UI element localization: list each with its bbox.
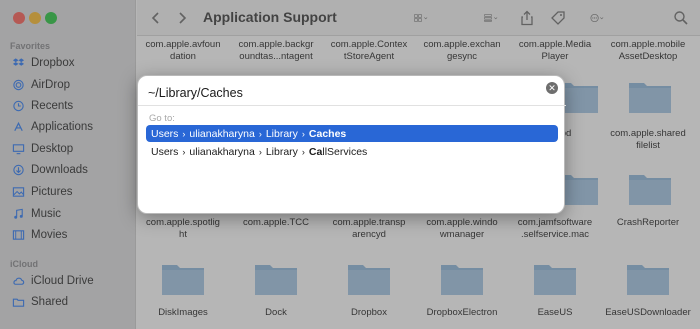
path-separator: › bbox=[258, 146, 262, 157]
clear-input-icon[interactable]: ✕ bbox=[546, 82, 558, 94]
path-separator: › bbox=[301, 128, 305, 139]
go-to-folder-dialog: ~/Library/Caches ✕ Go to: Users › uliana… bbox=[137, 75, 566, 214]
go-to-label: Go to: bbox=[149, 113, 175, 124]
divider bbox=[138, 105, 566, 106]
path-separator: › bbox=[182, 146, 186, 157]
path-segment: Library bbox=[265, 145, 298, 158]
path-segment: Users bbox=[151, 127, 179, 140]
path-segment: Users bbox=[151, 145, 179, 158]
path-input[interactable]: ~/Library/Caches bbox=[148, 81, 556, 105]
path-input-value: ~/Library/Caches bbox=[148, 86, 243, 100]
suggestion-item[interactable]: Users › ulianakharyna › Library › Ca llSe… bbox=[146, 143, 558, 160]
path-segment-match: Caches bbox=[308, 127, 347, 140]
path-separator: › bbox=[182, 128, 186, 139]
path-separator: › bbox=[258, 128, 262, 139]
suggestion-item-selected[interactable]: Users › ulianakharyna › Library › Caches bbox=[146, 125, 558, 142]
path-segment: ulianakharyna bbox=[189, 127, 255, 140]
path-segment-match: Ca bbox=[308, 145, 323, 158]
path-segment-rest: llServices bbox=[322, 145, 368, 158]
path-separator: › bbox=[301, 146, 305, 157]
path-segment: Library bbox=[265, 127, 298, 140]
path-segment: ulianakharyna bbox=[189, 145, 255, 158]
